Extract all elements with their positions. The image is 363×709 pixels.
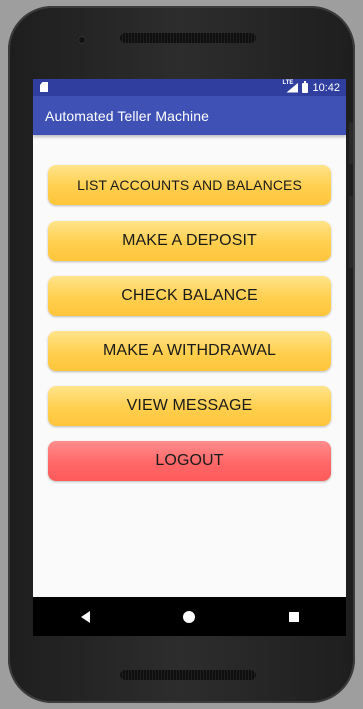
view-message-button[interactable]: VIEW MESSAGE <box>48 386 331 426</box>
system-navigation-bar <box>33 597 346 636</box>
status-indicators: LTE 10:42 <box>282 80 340 95</box>
bottom-speaker <box>120 670 256 680</box>
list-accounts-and-balances-button[interactable]: LIST ACCOUNTS AND BALANCES <box>48 165 331 205</box>
make-withdrawal-button[interactable]: MAKE A WITHDRAWAL <box>48 331 331 371</box>
logout-button[interactable]: LOGOUT <box>48 441 331 481</box>
button-list: LIST ACCOUNTS AND BALANCES MAKE A DEPOSI… <box>33 135 346 636</box>
power-button <box>349 196 353 268</box>
check-balance-button[interactable]: CHECK BALANCE <box>48 276 331 316</box>
home-icon[interactable] <box>177 605 201 629</box>
sd-card-icon <box>40 82 48 92</box>
back-icon[interactable] <box>73 605 97 629</box>
signal-icon: LTE <box>282 80 298 93</box>
status-time: 10:42 <box>312 81 340 94</box>
status-bar: LTE 10:42 <box>33 79 346 96</box>
network-type-label: LTE <box>282 79 294 86</box>
front-camera <box>78 36 86 44</box>
battery-icon <box>302 80 309 93</box>
make-deposit-button[interactable]: MAKE A DEPOSIT <box>48 221 331 261</box>
app-bar: Automated Teller Machine <box>33 96 346 135</box>
recent-apps-icon[interactable] <box>282 605 306 629</box>
phone-frame: LTE 10:42 Automated Teller Machine LIST … <box>8 6 355 703</box>
top-speaker <box>120 33 256 43</box>
app-title: Automated Teller Machine <box>45 107 210 124</box>
app-screen: LTE 10:42 Automated Teller Machine LIST … <box>33 79 346 636</box>
volume-button <box>349 122 353 164</box>
